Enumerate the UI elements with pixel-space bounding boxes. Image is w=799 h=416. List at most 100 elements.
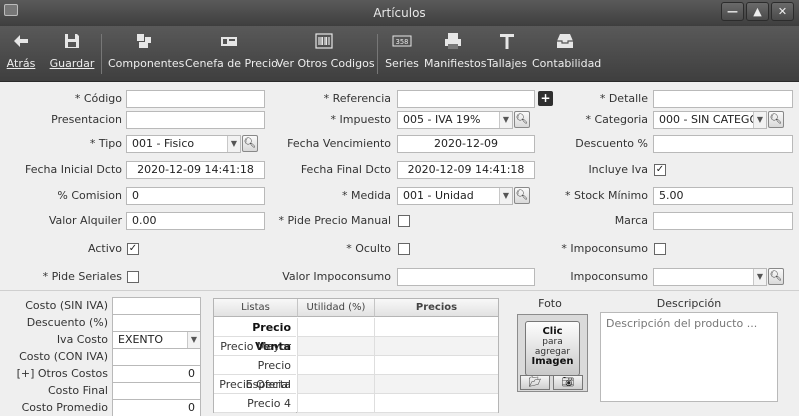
costo-sin-iva-input[interactable] (112, 297, 201, 315)
stock-minimo-input[interactable]: 5.00 (653, 187, 793, 205)
referencia-input[interactable] (397, 90, 535, 108)
utilidad-cell[interactable] (297, 356, 374, 375)
search-icon: 🔍︎ (243, 138, 257, 149)
back-button[interactable]: Atrás (5, 29, 37, 79)
activo-checkbox[interactable]: ✓ (127, 243, 139, 255)
toolbar-separator (377, 34, 378, 74)
medida-search-button[interactable]: 🔍︎ (514, 187, 530, 204)
fecha-inicial-input[interactable]: 2020-12-09 14:41:18 (126, 161, 265, 179)
close-button[interactable]: ✕ (771, 2, 794, 21)
toolbar: Atrás Guardar Componentes Cenefa de Prec… (0, 26, 799, 82)
impoconsumo-select-label: Impoconsumo (570, 270, 648, 283)
comision-input[interactable]: 0 (126, 187, 265, 205)
utilidad-cell[interactable] (297, 375, 374, 394)
utilidad-cell[interactable] (297, 394, 374, 413)
tipo-select[interactable]: 001 - Fisico ▼ (126, 135, 241, 153)
impuesto-value: 005 - IVA 19% (403, 113, 481, 126)
impoconsumo-select[interactable]: ▼ (653, 268, 767, 286)
foto-label: Foto (538, 297, 562, 310)
impuesto-label: * Impuesto (330, 113, 391, 126)
costo-sin-iva-label: Costo (SIN IVA) (25, 299, 108, 312)
costo-promedio-input[interactable]: 0 (112, 399, 201, 416)
price-list-table: Listas Utilidad (%) Precios Precio Venta… (213, 298, 499, 413)
medida-value: 001 - Unidad (403, 189, 474, 202)
components-button[interactable]: Componentes (108, 29, 184, 79)
accounting-button-label: Contabilidad (532, 57, 602, 70)
otros-costos-input[interactable]: 0 (112, 365, 201, 383)
pide-precio-checkbox[interactable] (398, 215, 410, 227)
table-row-label: Precio Especial (214, 356, 296, 391)
incluye-iva-checkbox[interactable]: ✓ (654, 164, 666, 176)
costo-final-input[interactable] (112, 382, 201, 400)
save-button-label: Guardar (49, 57, 95, 70)
valor-alquiler-input[interactable]: 0.00 (126, 212, 265, 230)
precio-cell[interactable] (374, 375, 498, 394)
categoria-select[interactable]: 000 - SIN CATEGO ▼ (653, 111, 767, 129)
descuento-input[interactable] (653, 135, 793, 153)
pide-seriales-checkbox[interactable] (127, 271, 139, 283)
codigo-input[interactable] (126, 90, 265, 108)
marca-input[interactable] (653, 212, 793, 230)
costo-con-iva-input[interactable] (112, 348, 201, 366)
precio-cell[interactable] (374, 356, 498, 375)
arrow-left-icon (14, 35, 28, 47)
oculto-checkbox[interactable] (398, 243, 410, 255)
add-image-line2: para (542, 337, 563, 347)
impoconsumo-checkbox[interactable] (654, 243, 666, 255)
descripcion-textarea[interactable]: Descripción del producto ... (600, 312, 778, 402)
otros-costos-label[interactable]: [+] Otros Costos (4, 366, 108, 382)
presentacion-label: Presentacion (51, 113, 122, 126)
add-image-button[interactable]: Clic para agregar Imagen (525, 321, 580, 376)
categoria-search-button[interactable]: 🔍︎ (768, 111, 784, 128)
minimize-button[interactable]: — (721, 2, 744, 21)
precio-cell[interactable] (374, 318, 498, 337)
maximize-button[interactable]: ▲ (746, 2, 769, 21)
iva-costo-value: EXENTO (118, 333, 164, 346)
descuento-label: Descuento % (575, 137, 648, 150)
price-tag-button[interactable]: Cenefa de Precio (185, 29, 278, 79)
column-header-utilidad[interactable]: Utilidad (%) (297, 299, 374, 317)
impoconsumo-search-button[interactable]: 🔍︎ (768, 268, 784, 285)
impoconsumo-check-label: * Impoconsumo (561, 242, 648, 255)
iva-costo-select[interactable]: EXENTO ▼ (112, 331, 201, 349)
fecha-vencimiento-label: Fecha Vencimiento (287, 137, 391, 150)
camera-button[interactable]: 📷︎ (553, 375, 583, 390)
svg-text:358: 358 (396, 38, 409, 46)
accounting-button[interactable]: Contabilidad (532, 29, 602, 79)
add-image-line4: Imagen (531, 356, 574, 367)
table-row-label: Precio Venta (214, 318, 296, 353)
other-codes-button[interactable]: Ver Otros Codigos (276, 29, 375, 79)
utilidad-cell[interactable] (297, 337, 374, 356)
tipo-search-button[interactable]: 🔍︎ (242, 135, 258, 152)
manifests-button[interactable]: Manifiestos (424, 29, 486, 79)
presentacion-input[interactable] (126, 111, 265, 129)
impuesto-select[interactable]: 005 - IVA 19% ▼ (397, 111, 513, 129)
fecha-vencimiento-input[interactable]: 2020-12-09 (397, 135, 535, 153)
impuesto-search-button[interactable]: 🔍︎ (514, 111, 530, 128)
search-icon: 🔍︎ (515, 190, 529, 201)
comision-label: % Comision (57, 189, 122, 202)
precio-cell[interactable] (374, 394, 498, 413)
fecha-final-input[interactable]: 2020-12-09 14:41:18 (397, 161, 535, 179)
chevron-down-icon: ▼ (227, 136, 240, 152)
valor-impoconsumo-input[interactable] (397, 268, 535, 286)
tipo-value: 001 - Fisico (132, 137, 195, 150)
series-button[interactable]: 358 Series (383, 29, 421, 79)
utilidad-cell[interactable] (297, 318, 374, 337)
table-row-label: Precio Oferta (214, 375, 296, 394)
search-icon: 🔍︎ (515, 114, 529, 125)
valor-alquiler-label: Valor Alquiler (48, 214, 122, 227)
column-header-precios[interactable]: Precios (374, 299, 498, 317)
camera-icon: 📷︎ (561, 377, 575, 388)
sizes-button[interactable]: Tallajes (486, 29, 528, 79)
price-tag-button-label: Cenefa de Precio (185, 57, 278, 70)
medida-select[interactable]: 001 - Unidad ▼ (397, 187, 513, 205)
codigo-label: * Código (74, 92, 122, 105)
descuento-costo-input[interactable] (112, 314, 201, 332)
open-folder-button[interactable]: 📂︎ (520, 375, 550, 390)
column-header-listas[interactable]: Listas (214, 299, 297, 317)
save-button[interactable]: Guardar (49, 29, 95, 79)
price-tag-icon (221, 37, 237, 46)
detalle-input[interactable] (653, 90, 793, 108)
precio-cell[interactable] (374, 337, 498, 356)
